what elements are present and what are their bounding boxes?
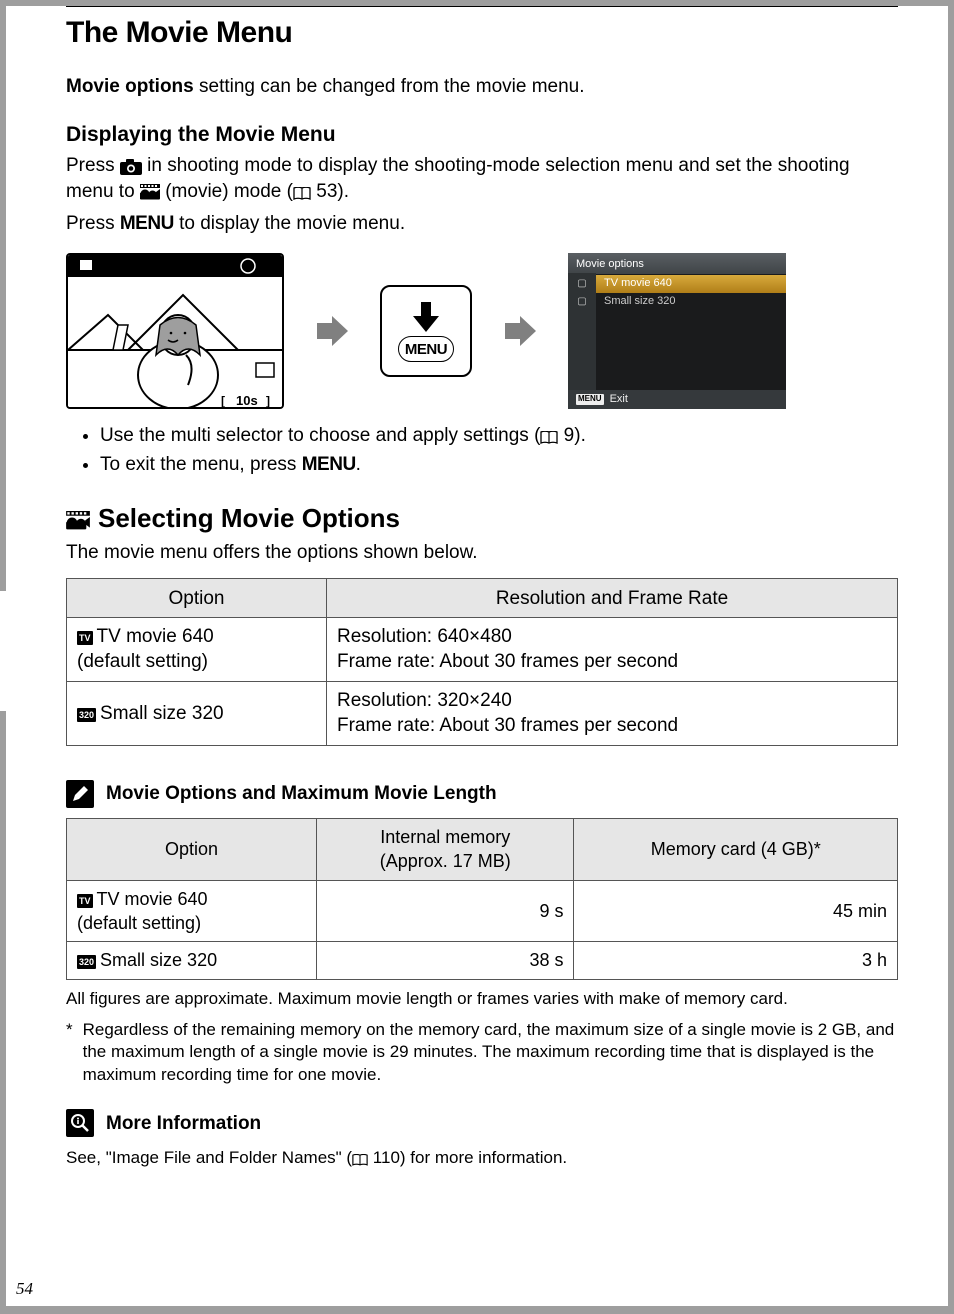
p-options-intro: The movie menu offers the options shown … [66,540,898,566]
bullet-item: Use the multi selector to choose and app… [100,423,898,449]
th-option: Option [67,819,317,881]
lcd-footer: MENU Exit [568,390,786,409]
tv-icon: TV [77,894,93,908]
menu-button-illustration: MENU [380,285,472,377]
bullet-item: To exit the menu, press MENU. [100,452,898,478]
section-heading-display: Displaying the Movie Menu [66,121,898,149]
footnote: * Regardless of the remaining memory on … [66,1019,898,1088]
menu-oval-label: MENU [398,336,454,362]
lcd-menu-illustration: Movie options ▢ ▢ TV movie 640 Small siz… [568,253,786,409]
title-rule: The Movie Menu [66,6,898,54]
th-internal: Internal memory (Approx. 17 MB) [317,819,574,881]
td-res-tv640: Resolution: 640×480 Frame rate: About 30… [327,617,898,681]
page-number: 54 [16,1278,33,1301]
book-ref-icon [293,179,311,205]
th-option: Option [67,578,327,617]
svg-text:10s: 10s [236,393,258,408]
note-info-icon [66,1109,94,1137]
lcd-title: Movie options [568,253,786,274]
bullet-list: Use the multi selector to choose and app… [66,423,898,477]
diagram-sequence: [ 10s ] MENU Movie options ▢ ▢ TV movie … [66,253,898,409]
td-option-320: 320Small size 320 [67,942,317,979]
arrow-right-icon [502,313,538,349]
lcd-footer-menu-icon: MENU [576,394,604,405]
td-int-320: 38 s [317,942,574,979]
arrow-down-icon [409,300,443,336]
section-tab [0,591,6,711]
intro-rest: setting can be changed from the movie me… [194,76,585,97]
book-ref-icon [540,423,558,449]
td-res-320: Resolution: 320×240 Frame rate: About 30… [327,681,898,745]
th-card: Memory card (4 GB)* [574,819,898,881]
svg-text:]: ] [266,394,270,408]
menu-key-glyph: MENU [120,213,174,234]
note-heading-maxlength: Movie Options and Maximum Movie Length [66,780,898,808]
note-pencil-icon [66,780,94,808]
size320-icon: 320 [77,708,96,722]
p-press-camera: Press in shooting mode to display the sh… [66,153,898,205]
options-table: Option Resolution and Frame Rate TVTV mo… [66,578,898,746]
tv-icon: TV [77,631,93,645]
p-moreinfo: See, "Image File and Folder Names" ( 110… [66,1147,898,1170]
section-heading-selecting: Selecting Movie Options [66,501,898,536]
lcd-option: Small size 320 [596,293,786,311]
page-title: The Movie Menu [66,13,898,54]
svg-text:[: [ [221,394,225,408]
td-card-320: 3 h [574,942,898,979]
lcd-sidebar: ▢ ▢ [568,273,596,391]
td-option-320: 320Small size 320 [67,681,327,745]
movie-mode-icon [66,501,90,536]
movie-mode-icon [140,179,160,205]
th-resolution: Resolution and Frame Rate [327,578,898,617]
camera-preview-illustration: [ 10s ] [66,253,284,409]
note-heading-moreinfo: More Information [66,1109,898,1137]
camera-icon [120,154,142,180]
p-press-menu: Press MENU to display the movie menu. [66,211,898,237]
p-approx: All figures are approximate. Maximum mov… [66,988,898,1011]
td-option-tv640: TVTV movie 640 (default setting) [67,617,327,681]
asterisk: * [66,1019,73,1088]
td-option-tv640: TVTV movie 640 (default setting) [67,880,317,942]
book-ref-icon [352,1147,368,1170]
page: Movies The Movie Menu Movie options sett… [6,6,948,1306]
td-int-tv640: 9 s [317,880,574,942]
intro-bold: Movie options [66,76,194,97]
lcd-320-icon: ▢ [571,295,593,309]
arrow-right-icon [314,313,350,349]
lcd-option-selected: TV movie 640 [596,275,786,293]
lcd-tv-icon: ▢ [571,277,593,291]
length-table: Option Internal memory (Approx. 17 MB) M… [66,818,898,979]
size320-icon: 320 [77,955,96,969]
menu-key-glyph: MENU [302,454,356,475]
intro-paragraph: Movie options setting can be changed fro… [66,74,898,100]
td-card-tv640: 45 min [574,880,898,942]
lcd-footer-exit: Exit [610,392,628,407]
